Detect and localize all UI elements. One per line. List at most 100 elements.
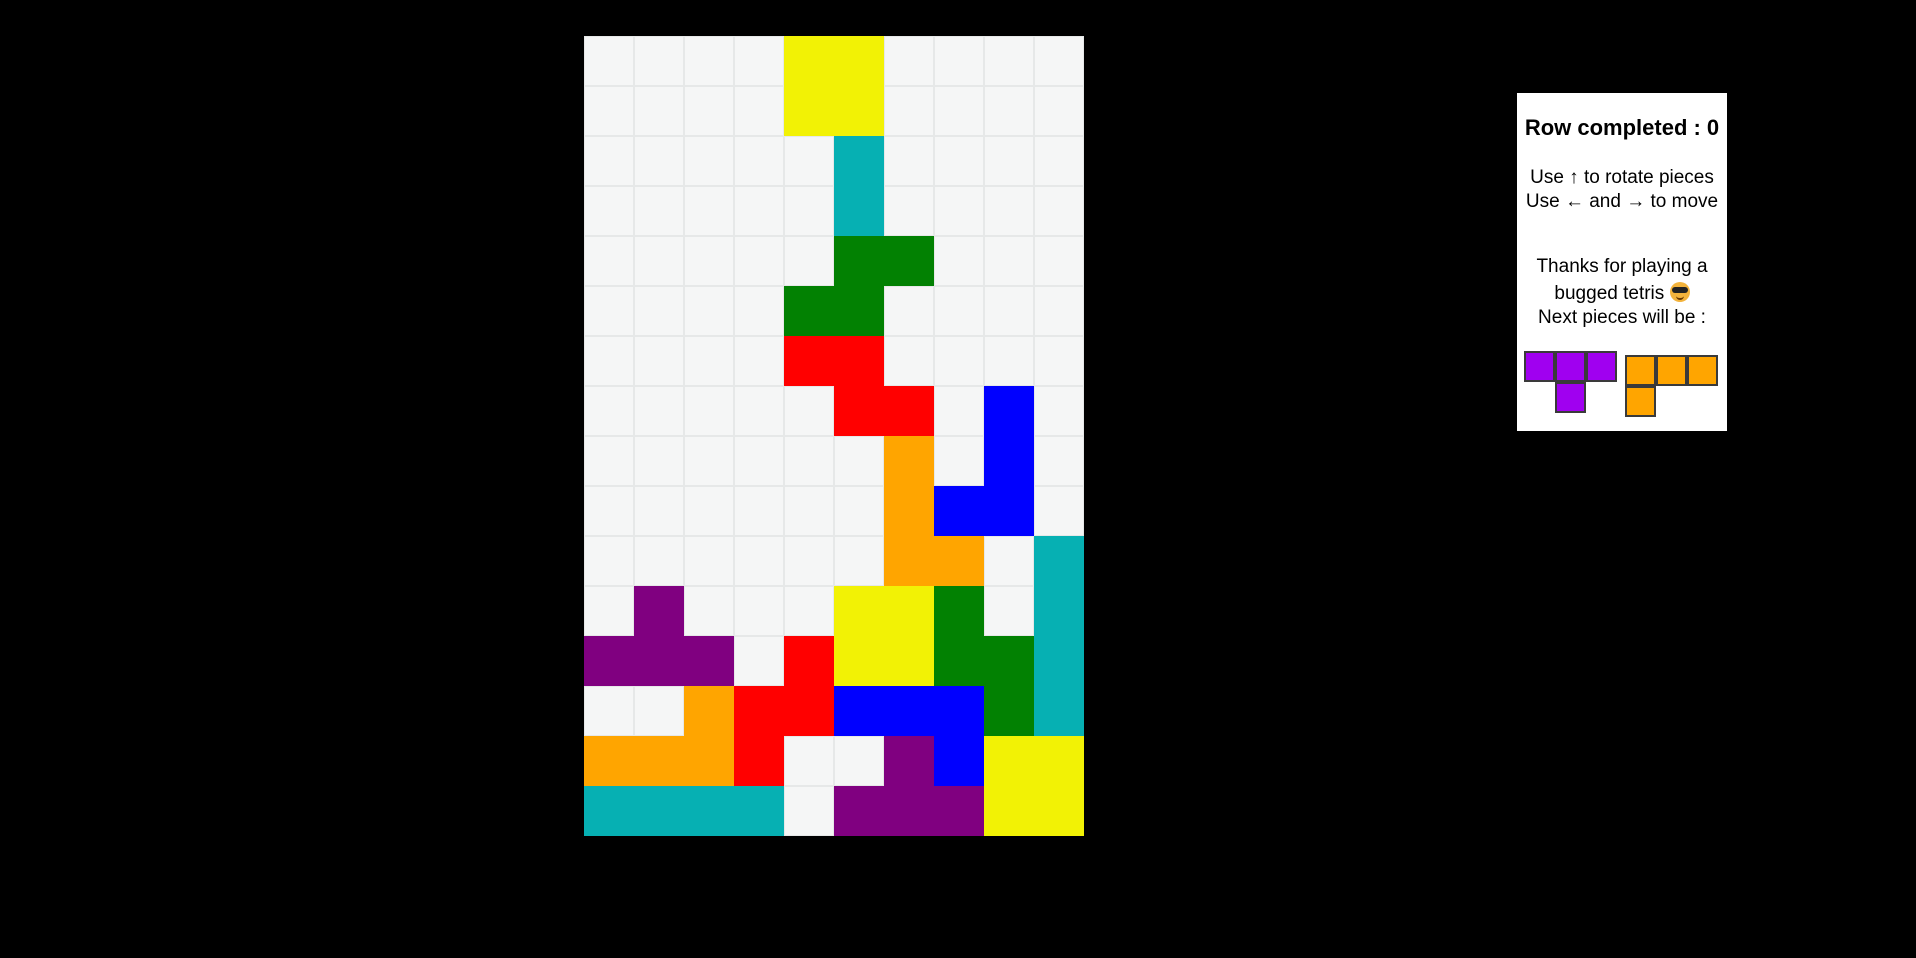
board-block (784, 336, 834, 386)
board-block (984, 786, 1034, 836)
board-empty-cell (634, 236, 684, 286)
board-block (884, 636, 934, 686)
board-empty-cell (734, 436, 784, 486)
board-block (634, 636, 684, 686)
board-empty-cell (934, 236, 984, 286)
board-empty-cell (984, 36, 1034, 86)
board-block (634, 586, 684, 636)
board-empty-cell (734, 336, 784, 386)
board-empty-cell (684, 586, 734, 636)
board-empty-cell (984, 286, 1034, 336)
board-empty-cell (1034, 286, 1084, 336)
board-empty-cell (784, 736, 834, 786)
board-empty-cell (584, 386, 634, 436)
board-empty-cell (734, 86, 784, 136)
board-block (934, 486, 984, 536)
board-empty-cell (584, 586, 634, 636)
board-empty-cell (984, 586, 1034, 636)
board-empty-cell (584, 436, 634, 486)
board-block (884, 536, 934, 586)
board-block (834, 36, 884, 86)
board-block (984, 436, 1034, 486)
board-empty-cell (734, 186, 784, 236)
board-empty-cell (584, 536, 634, 586)
board-empty-cell (784, 386, 834, 436)
board-empty-cell (934, 86, 984, 136)
board-empty-cell (884, 186, 934, 236)
board-empty-cell (934, 286, 984, 336)
board-block (834, 136, 884, 186)
board-empty-cell (784, 786, 834, 836)
board-block (834, 236, 884, 286)
board-block (884, 436, 934, 486)
board-empty-cell (1034, 86, 1084, 136)
board-empty-cell (634, 436, 684, 486)
board-empty-cell (634, 386, 684, 436)
next-piece-block (1555, 351, 1586, 382)
board-block (834, 386, 884, 436)
board-empty-cell (634, 136, 684, 186)
board-block (734, 736, 784, 786)
board-empty-cell (934, 436, 984, 486)
board-empty-cell (984, 86, 1034, 136)
board-empty-cell (984, 236, 1034, 286)
board-empty-cell (684, 436, 734, 486)
board-block (934, 786, 984, 836)
board-empty-cell (834, 436, 884, 486)
board-empty-cell (934, 386, 984, 436)
board-empty-cell (634, 336, 684, 386)
board-block (934, 586, 984, 636)
next-pieces-label: Next pieces will be : (1538, 307, 1706, 328)
board-block (884, 586, 934, 636)
board-block (984, 736, 1034, 786)
board-block (834, 786, 884, 836)
board-block (934, 636, 984, 686)
move-instruction: Use ← and → to move (1525, 191, 1719, 212)
board-empty-cell (1034, 486, 1084, 536)
next-piece-block (1625, 355, 1656, 386)
board-block (934, 686, 984, 736)
info-panel: Row completed : 0 Use ↑ to rotate pieces… (1517, 93, 1727, 431)
board-empty-cell (1034, 36, 1084, 86)
board-block (1034, 636, 1084, 686)
thanks-line-2: bugged tetris (1517, 282, 1727, 305)
board-block (884, 486, 934, 536)
board-empty-cell (684, 36, 734, 86)
board-block (884, 686, 934, 736)
board-block (784, 86, 834, 136)
board-block (884, 786, 934, 836)
board-empty-cell (1034, 386, 1084, 436)
board-empty-cell (634, 686, 684, 736)
board-empty-cell (884, 286, 934, 336)
board-block (884, 236, 934, 286)
board-block (834, 286, 884, 336)
board-block (734, 686, 784, 736)
board-empty-cell (784, 436, 834, 486)
next-piece-block (1687, 355, 1718, 386)
board-empty-cell (584, 136, 634, 186)
board-empty-cell (734, 136, 784, 186)
board-empty-cell (834, 486, 884, 536)
board-block (784, 686, 834, 736)
rows-completed-counter: Row completed : 0 (1524, 115, 1720, 140)
board-block (1034, 536, 1084, 586)
board-empty-cell (984, 136, 1034, 186)
board-block (884, 386, 934, 436)
board-empty-cell (684, 86, 734, 136)
board-block (634, 736, 684, 786)
board-empty-cell (1034, 136, 1084, 186)
game-stage[interactable]: Row completed : 0 Use ↑ to rotate pieces… (0, 0, 1916, 958)
board-empty-cell (884, 86, 934, 136)
board-block (834, 86, 884, 136)
board-empty-cell (584, 486, 634, 536)
board-block (984, 486, 1034, 536)
tetris-board[interactable] (584, 36, 1084, 836)
board-empty-cell (584, 286, 634, 336)
board-empty-cell (984, 186, 1034, 236)
board-empty-cell (784, 186, 834, 236)
board-empty-cell (684, 386, 734, 436)
board-empty-cell (984, 536, 1034, 586)
board-block (1034, 586, 1084, 636)
board-empty-cell (584, 186, 634, 236)
thanks-line-2-text: bugged tetris (1554, 283, 1665, 304)
